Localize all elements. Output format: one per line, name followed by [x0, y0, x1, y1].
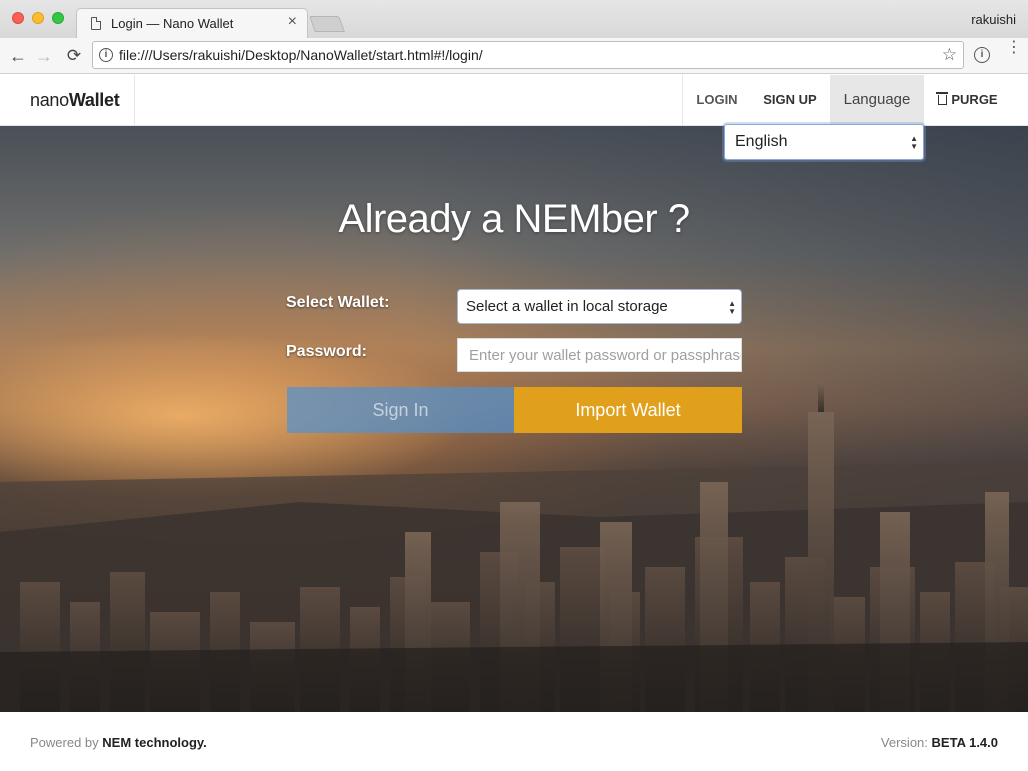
import-wallet-button[interactable]: Import Wallet: [514, 387, 742, 433]
divider: [682, 75, 683, 126]
password-label: Password:: [286, 343, 367, 360]
select-arrows-icon: ▲ ▼: [728, 299, 736, 316]
browser-menu-icon[interactable]: ⋮: [1006, 40, 1022, 56]
window-maximize-button[interactable]: [52, 12, 64, 24]
select-arrows-icon: ▲ ▼: [910, 134, 918, 151]
window-minimize-button[interactable]: [32, 12, 44, 24]
back-icon[interactable]: ←: [6, 44, 30, 68]
nav-signup[interactable]: SIGN UP: [752, 75, 828, 126]
new-tab-button[interactable]: [309, 16, 345, 32]
nav-login[interactable]: LOGIN: [684, 75, 750, 126]
language-select[interactable]: English ▲ ▼: [724, 124, 924, 160]
trash-icon: [936, 92, 949, 105]
nav-language[interactable]: Language: [830, 75, 924, 126]
browser-toolbar: ← → ⟳ i file:///Users/rakuishi/Desktop/N…: [0, 38, 1028, 74]
powered-brand: NEM technology.: [102, 735, 207, 750]
document-icon: [91, 17, 101, 30]
version-text: Version: BETA 1.4.0: [881, 735, 998, 750]
brand-logo[interactable]: nanoWallet: [30, 90, 120, 111]
nav-purge[interactable]: PURGE: [926, 75, 1010, 126]
powered-by-text: Powered by NEM technology.: [30, 735, 207, 750]
brand-light: nano: [30, 90, 69, 110]
address-bar[interactable]: i file:///Users/rakuishi/Desktop/NanoWal…: [92, 41, 964, 69]
reload-icon[interactable]: ⟳: [62, 44, 86, 68]
powered-prefix: Powered by: [30, 735, 99, 750]
footer: Powered by NEM technology. Version: BETA…: [0, 712, 1028, 771]
version-value: BETA 1.4.0: [931, 735, 998, 750]
forward-icon[interactable]: →: [32, 44, 56, 68]
wallet-select-value: Select a wallet in local storage: [466, 298, 668, 315]
info-icon[interactable]: i: [99, 48, 113, 62]
select-wallet-label: Select Wallet:: [286, 294, 390, 311]
page: nanoWallet LOGIN SIGN UP Language PURGE …: [0, 75, 1028, 771]
brand-bold: Wallet: [68, 90, 120, 110]
tab-close-icon[interactable]: ×: [288, 13, 297, 31]
url-text[interactable]: file:///Users/rakuishi/Desktop/NanoWalle…: [119, 47, 483, 63]
window-close-button[interactable]: [12, 12, 24, 24]
sign-in-button[interactable]: Sign In: [287, 387, 514, 433]
top-navbar: nanoWallet LOGIN SIGN UP Language PURGE: [0, 75, 1028, 126]
browser-titlebar: Login — Nano Wallet × rakuishi: [0, 0, 1028, 38]
nav-purge-label: PURGE: [951, 92, 998, 107]
password-input[interactable]: [457, 338, 742, 372]
version-prefix: Version:: [880, 735, 928, 750]
profile-name[interactable]: rakuishi: [971, 12, 1016, 27]
browser-tab[interactable]: Login — Nano Wallet ×: [76, 8, 308, 38]
bookmark-star-icon[interactable]: ☆: [942, 45, 957, 65]
language-select-value: English: [735, 133, 788, 150]
wallet-select[interactable]: Select a wallet in local storage ▲ ▼: [457, 289, 742, 324]
divider: [134, 75, 135, 126]
tab-title: Login — Nano Wallet: [111, 16, 234, 31]
login-headline: Already a NEMber ?: [338, 197, 690, 241]
extension-info-icon[interactable]: i: [974, 47, 990, 63]
